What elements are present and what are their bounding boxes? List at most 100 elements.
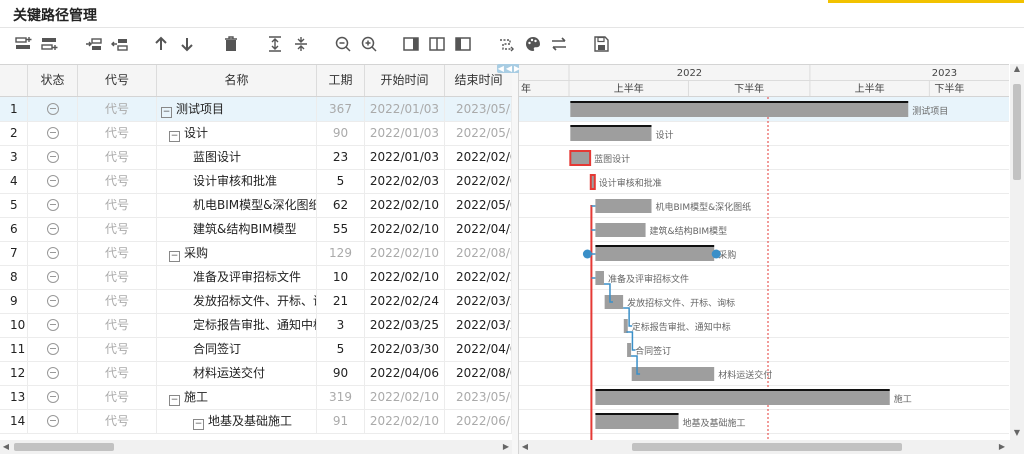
code-cell[interactable]: 代号 (78, 145, 157, 169)
status-cell[interactable] (28, 241, 78, 265)
name-cell[interactable]: 设计审核和批准 (157, 169, 317, 193)
end-date-cell[interactable]: 2022/04/27 (445, 217, 512, 241)
name-cell[interactable]: − 采购 (157, 241, 317, 265)
table-row[interactable]: 12 代号 材料运送交付 902022/04/062022/08/09 (0, 361, 512, 386)
start-date-cell[interactable]: 2022/02/10 (365, 265, 445, 289)
grid-scroll-thumb[interactable] (14, 443, 114, 451)
name-cell[interactable]: − 测试项目 (157, 97, 317, 121)
collapse-toggle-icon[interactable]: − (193, 419, 204, 430)
status-icon[interactable] (46, 247, 59, 259)
table-row[interactable]: 3 代号 蓝图设计 232022/01/032022/02/02 (0, 145, 512, 170)
end-date-cell[interactable]: 2023/05/02 (445, 385, 512, 409)
end-date-cell[interactable]: 2022/05/06 (445, 121, 512, 145)
duration-cell[interactable]: 91 (317, 409, 365, 433)
name-cell[interactable]: 机电BIM模型&深化图纸 (157, 193, 317, 217)
collapse-all-icon[interactable] (290, 33, 312, 55)
expand-all-icon[interactable] (264, 33, 286, 55)
table-row[interactable]: 6 代号 建筑&结构BIM模型 552022/02/102022/04/27 (0, 217, 512, 242)
vertical-scrollbar[interactable]: ▲ ▼ (1010, 64, 1024, 440)
table-row[interactable]: 14代号−地基及基础施工912022/02/102022/06/16 (0, 409, 512, 434)
start-date-cell[interactable]: 2022/03/30 (365, 337, 445, 361)
code-cell[interactable]: 代号 (78, 385, 157, 409)
status-icon[interactable] (46, 343, 59, 355)
end-date-cell[interactable]: 2022/08/09 (445, 361, 512, 385)
status-cell[interactable] (28, 313, 78, 337)
status-icon[interactable] (46, 367, 59, 379)
end-date-cell[interactable]: 2022/03/24 (445, 289, 512, 313)
code-cell[interactable]: 代号 (78, 313, 157, 337)
view-grid-only-icon[interactable] (400, 33, 422, 55)
code-cell[interactable]: 代号 (78, 289, 157, 313)
status-icon[interactable] (46, 151, 59, 163)
duration-cell[interactable]: 90 (317, 361, 365, 385)
start-date-cell[interactable]: 2022/02/10 (365, 241, 445, 265)
code-cell[interactable]: 代号 (78, 193, 157, 217)
header-code[interactable]: 代号 (78, 65, 157, 96)
duration-cell[interactable]: 129 (317, 241, 365, 265)
header-start[interactable]: 开始时间 (365, 65, 445, 96)
status-icon[interactable] (46, 199, 59, 211)
table-row[interactable]: 5 代号 机电BIM模型&深化图纸622022/02/102022/05/06 (0, 193, 512, 218)
add-above-icon[interactable] (12, 33, 34, 55)
start-date-cell[interactable]: 2022/02/03 (365, 169, 445, 193)
table-row[interactable]: 1代号−测试项目3672022/01/032023/05/30 (0, 97, 512, 122)
table-row[interactable]: 2代号−设计902022/01/032022/05/06 (0, 121, 512, 146)
status-cell[interactable] (28, 289, 78, 313)
name-cell[interactable]: − 设计 (157, 121, 317, 145)
duration-cell[interactable]: 10 (317, 265, 365, 289)
view-split-icon[interactable] (426, 33, 448, 55)
name-cell[interactable]: 准备及评审招标文件 (157, 265, 317, 289)
gantt-scroll-right-icon[interactable]: ▶ (996, 440, 1008, 454)
header-duration[interactable]: 工期 (317, 65, 365, 96)
gantt-scroll-thumb[interactable] (632, 443, 902, 451)
status-icon[interactable] (46, 271, 59, 283)
zoom-out-icon[interactable] (332, 33, 354, 55)
status-icon[interactable] (46, 391, 59, 403)
start-date-cell[interactable]: 2022/01/03 (365, 121, 445, 145)
gantt-horizontal-scrollbar[interactable]: ◀ ▶ (519, 440, 1024, 454)
name-cell[interactable]: 合同签订 (157, 337, 317, 361)
delete-icon[interactable] (220, 33, 242, 55)
table-row[interactable]: 9 代号 发放招标文件、开标、询212022/02/242022/03/24 (0, 289, 512, 314)
status-cell[interactable] (28, 265, 78, 289)
scroll-up-icon[interactable]: ▲ (1010, 64, 1024, 76)
status-icon[interactable] (46, 415, 59, 427)
end-date-cell[interactable]: 2022/04/05 (445, 337, 512, 361)
duration-cell[interactable]: 21 (317, 289, 365, 313)
collapse-toggle-icon[interactable]: − (161, 107, 172, 118)
add-below-icon[interactable] (38, 33, 60, 55)
code-cell[interactable]: 代号 (78, 217, 157, 241)
name-cell[interactable]: 建筑&结构BIM模型 (157, 217, 317, 241)
code-cell[interactable]: 代号 (78, 361, 157, 385)
code-cell[interactable]: 代号 (78, 241, 157, 265)
status-cell[interactable] (28, 121, 78, 145)
end-date-cell[interactable]: 2023/05/30 (445, 97, 512, 121)
grid-horizontal-scrollbar[interactable]: ◀ ▶ (0, 440, 512, 454)
table-row[interactable]: 8 代号 准备及评审招标文件 102022/02/102022/02/23 (0, 265, 512, 290)
start-date-cell[interactable]: 2022/02/10 (365, 385, 445, 409)
outdent-icon[interactable] (108, 33, 130, 55)
end-date-cell[interactable]: 2022/08/09 (445, 241, 512, 265)
indent-icon[interactable] (82, 33, 104, 55)
code-cell[interactable]: 代号 (78, 97, 157, 121)
status-cell[interactable] (28, 97, 78, 121)
table-row[interactable]: 4 代号 设计审核和批准 52022/02/032022/02/09 (0, 169, 512, 194)
view-chart-only-icon[interactable] (452, 33, 474, 55)
end-date-cell[interactable]: 2022/02/09 (445, 169, 512, 193)
status-cell[interactable] (28, 193, 78, 217)
status-cell[interactable] (28, 337, 78, 361)
table-row[interactable]: 10 代号 定标报告审批、通知中标32022/03/252022/03/29 (0, 313, 512, 338)
duration-cell[interactable]: 90 (317, 121, 365, 145)
duration-cell[interactable]: 55 (317, 217, 365, 241)
start-date-cell[interactable]: 2022/02/24 (365, 289, 445, 313)
name-cell[interactable]: − 地基及基础施工 (157, 409, 317, 433)
collapse-toggle-icon[interactable]: − (169, 251, 180, 262)
duration-cell[interactable]: 367 (317, 97, 365, 121)
start-date-cell[interactable]: 2022/01/03 (365, 145, 445, 169)
scroll-right-icon[interactable]: ▶ (500, 440, 512, 454)
end-date-cell[interactable]: 2022/03/29 (445, 313, 512, 337)
collapse-toggle-icon[interactable]: − (169, 131, 180, 142)
status-icon[interactable] (46, 127, 59, 139)
header-status[interactable]: 状态 (28, 65, 78, 96)
scroll-left-icon[interactable]: ◀ (0, 440, 12, 454)
